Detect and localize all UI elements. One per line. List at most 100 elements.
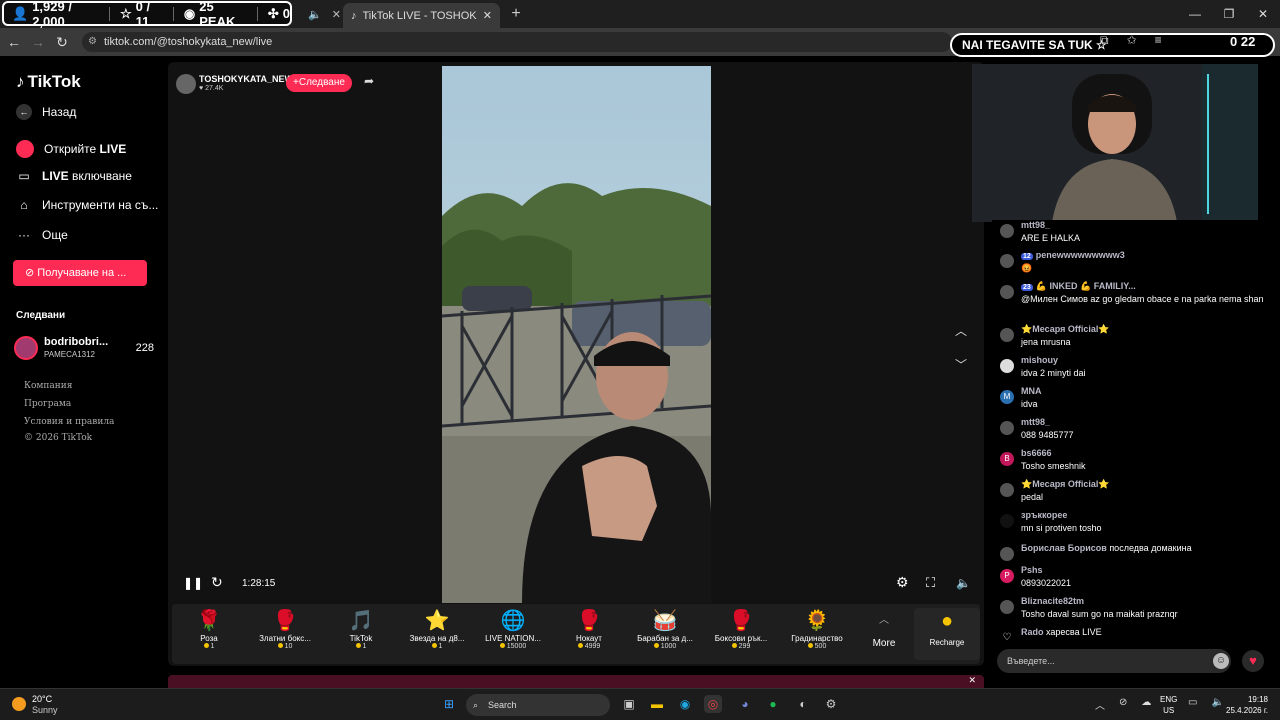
quick-settings: ▭ 🔈 bbox=[1188, 697, 1224, 708]
pause-icon[interactable]: ❚❚ bbox=[183, 576, 203, 590]
back-arrow-icon[interactable]: ← bbox=[2, 28, 26, 56]
task-view-icon[interactable]: ▣ bbox=[620, 695, 638, 713]
follow-button[interactable]: +Следване bbox=[286, 74, 352, 92]
gift-drum-icon: 🥁 bbox=[652, 610, 678, 632]
tab-audio[interactable]: 🔈 ✕ bbox=[300, 4, 341, 24]
sidebar-item-back[interactable]: ← Назад bbox=[16, 104, 161, 120]
fullscreen-icon[interactable]: ⛶ bbox=[926, 575, 935, 591]
sidebar-item-go-live[interactable]: ▭ LIVE включване bbox=[16, 169, 161, 183]
like-heart-button[interactable]: ♥ bbox=[1242, 650, 1264, 672]
weather-widget[interactable]: 20°C Sunny bbox=[12, 694, 58, 716]
webcam-frame bbox=[972, 64, 1258, 222]
next-stream-button[interactable]: ﹀ bbox=[952, 356, 970, 374]
tray-chevron-icon[interactable]: ︿ bbox=[1095, 697, 1105, 712]
avatar bbox=[1000, 359, 1014, 373]
avatar: B bbox=[1000, 452, 1014, 466]
restore-icon[interactable]: ❐ bbox=[1212, 0, 1246, 28]
reading-list-icon[interactable]: ≡ bbox=[1155, 33, 1162, 48]
spotify-icon[interactable]: ● bbox=[764, 695, 782, 713]
language-indicator[interactable]: ENG US bbox=[1160, 694, 1177, 716]
speaker-icon: 🔈 bbox=[308, 8, 322, 21]
sidebar-item-more[interactable]: ··· Още bbox=[16, 228, 161, 242]
chat-input[interactable]: Въведете... bbox=[997, 649, 1231, 673]
file-explorer-icon[interactable]: ▬ bbox=[648, 695, 666, 713]
level-badge: 23 bbox=[1021, 284, 1033, 291]
reload-icon[interactable]: ↻ bbox=[50, 28, 74, 56]
host-name[interactable]: TOSHOKYKATA_NEW bbox=[199, 74, 293, 84]
gift-rose-icon: 🌹 bbox=[196, 610, 222, 632]
discord-icon[interactable]: ◕ bbox=[736, 695, 754, 713]
close-icon[interactable]: ✕ bbox=[968, 675, 976, 686]
emoji-icon[interactable]: ☺ bbox=[1213, 653, 1229, 669]
promo-banner[interactable]: ✕ bbox=[168, 675, 984, 688]
footer-link-terms[interactable]: Условия и правила bbox=[24, 417, 114, 427]
footer-link-program[interactable]: Програма bbox=[24, 399, 71, 409]
peak-stat: ◉ 25 PEAK bbox=[183, 0, 236, 29]
settings-app-icon[interactable]: ⚙ bbox=[822, 695, 840, 713]
tab-title: TikTok LIVE - TOSHOKYKATA bbox=[362, 9, 477, 22]
taskbar-search[interactable]: ⌕ Search bbox=[466, 694, 610, 716]
gift-item[interactable]: 🥊 Нокаут 4999 bbox=[554, 608, 624, 660]
sidebar-item-discover-live[interactable]: Открийте LIVE bbox=[16, 140, 161, 158]
volume-icon[interactable]: 🔈 bbox=[956, 576, 971, 590]
speaker-icon[interactable]: 🔈 bbox=[1211, 697, 1223, 708]
gift-knockout-icon: 🥊 bbox=[576, 610, 602, 632]
host-avatar[interactable] bbox=[176, 74, 196, 94]
avatar bbox=[1000, 254, 1014, 268]
refresh-stream-icon[interactable]: ↻ bbox=[211, 574, 223, 591]
tiktok-logo[interactable]: ♪ TikTok bbox=[16, 72, 81, 92]
following-header: Следвани bbox=[16, 310, 66, 321]
forward-arrow-icon[interactable]: → bbox=[26, 28, 50, 56]
recharge-button[interactable]: ● Recharge bbox=[914, 608, 980, 660]
chrome-icon[interactable]: ◎ bbox=[704, 695, 722, 713]
share-icon[interactable]: ➦ bbox=[364, 74, 374, 88]
obs-icon[interactable]: ◐ bbox=[794, 695, 812, 713]
gift-item[interactable]: 🥊 Златни бокс... 10 bbox=[250, 608, 320, 660]
extensions-icon[interactable]: ⧉ bbox=[1100, 33, 1109, 48]
tiktok-favicon-icon: ♪ bbox=[351, 9, 357, 22]
back-circle-icon: ← bbox=[16, 104, 32, 120]
gift-more-button[interactable]: ︿ More bbox=[854, 608, 914, 660]
following-user-row[interactable]: bodribobri... PAMECA1312 228 bbox=[14, 334, 154, 362]
gift-item[interactable]: 🥁 Барабан за д... 1000 bbox=[630, 608, 700, 660]
favorites-icon[interactable]: ✩ bbox=[1127, 33, 1137, 48]
gift-item[interactable]: 🌐 LIVE NATION... 15000 bbox=[478, 608, 548, 660]
monitor-icon[interactable]: ▭ bbox=[1188, 697, 1197, 708]
cloud-icon[interactable]: ☁ bbox=[1141, 697, 1151, 712]
following-user-sub: PAMECA1312 bbox=[44, 350, 95, 359]
level-badge: 12 bbox=[1021, 253, 1033, 260]
footer-link-company[interactable]: Компания bbox=[24, 381, 72, 391]
more-dots-icon: ··· bbox=[18, 228, 30, 242]
gift-item[interactable]: 🥊 Боксови рък... 299 bbox=[706, 608, 776, 660]
home-tool-icon: ⌂ bbox=[20, 198, 28, 212]
network-off-icon[interactable]: ⊘ bbox=[1119, 697, 1127, 712]
windows-start-icon[interactable]: ⊞ bbox=[440, 695, 458, 713]
sidebar-item-creator-tools[interactable]: ⌂ Инструменти на съ... bbox=[16, 198, 161, 212]
settings-gear-icon[interactable]: ⚙ bbox=[896, 574, 909, 591]
following-user-name: bodribobri... bbox=[44, 336, 109, 348]
sidebar: ♪ TikTok ← Назад Открийте LIVE ▭ LIVE вкл… bbox=[0, 56, 165, 684]
edge-icon[interactable]: ◉ bbox=[676, 695, 694, 713]
close-icon[interactable]: ✕ bbox=[332, 8, 341, 21]
system-tray: ︿ ⊘ ☁ bbox=[1095, 697, 1151, 712]
minimize-icon[interactable]: — bbox=[1178, 0, 1212, 28]
url-input[interactable]: ⚙ tiktok.com/@toshokykata_new/live bbox=[82, 32, 952, 52]
footer-copyright: © 2026 TikTok bbox=[24, 433, 93, 443]
site-info-icon[interactable]: ⚙ bbox=[88, 32, 97, 52]
close-icon[interactable]: ✕ bbox=[483, 9, 492, 22]
webcam-overlay bbox=[972, 64, 1258, 222]
gift-item[interactable]: ⭐ Звезда на д8... 1 bbox=[402, 608, 472, 660]
new-tab-button[interactable]: + bbox=[506, 4, 526, 24]
host-likes: ♥ 27.4K bbox=[199, 85, 224, 92]
get-coins-button[interactable]: ⊘ Получаване на ... bbox=[13, 260, 147, 286]
close-window-icon[interactable]: ✕ bbox=[1246, 0, 1280, 28]
clock[interactable]: 19:18 25.4.2026 г. bbox=[1226, 694, 1268, 716]
browser-toolbar-icons: ⧉ ✩ ≡ bbox=[1100, 33, 1162, 48]
gift-item[interactable]: 🎵 TikTok 1 bbox=[326, 608, 396, 660]
tab-tiktok-live[interactable]: ♪ TikTok LIVE - TOSHOKYKATA ✕ bbox=[343, 3, 500, 28]
gift-item[interactable]: 🌹 Роза 1 bbox=[174, 608, 244, 660]
gift-item[interactable]: 🌻 Градинарство 500 bbox=[782, 608, 852, 660]
previous-stream-button[interactable]: ︿ bbox=[952, 322, 970, 340]
live-video[interactable] bbox=[442, 66, 711, 603]
stream-stats-overlay: 👤 1,929 / 2,000 ☆ 0 / 11 ◉ 25 PEAK ✣ 0 bbox=[2, 0, 292, 29]
